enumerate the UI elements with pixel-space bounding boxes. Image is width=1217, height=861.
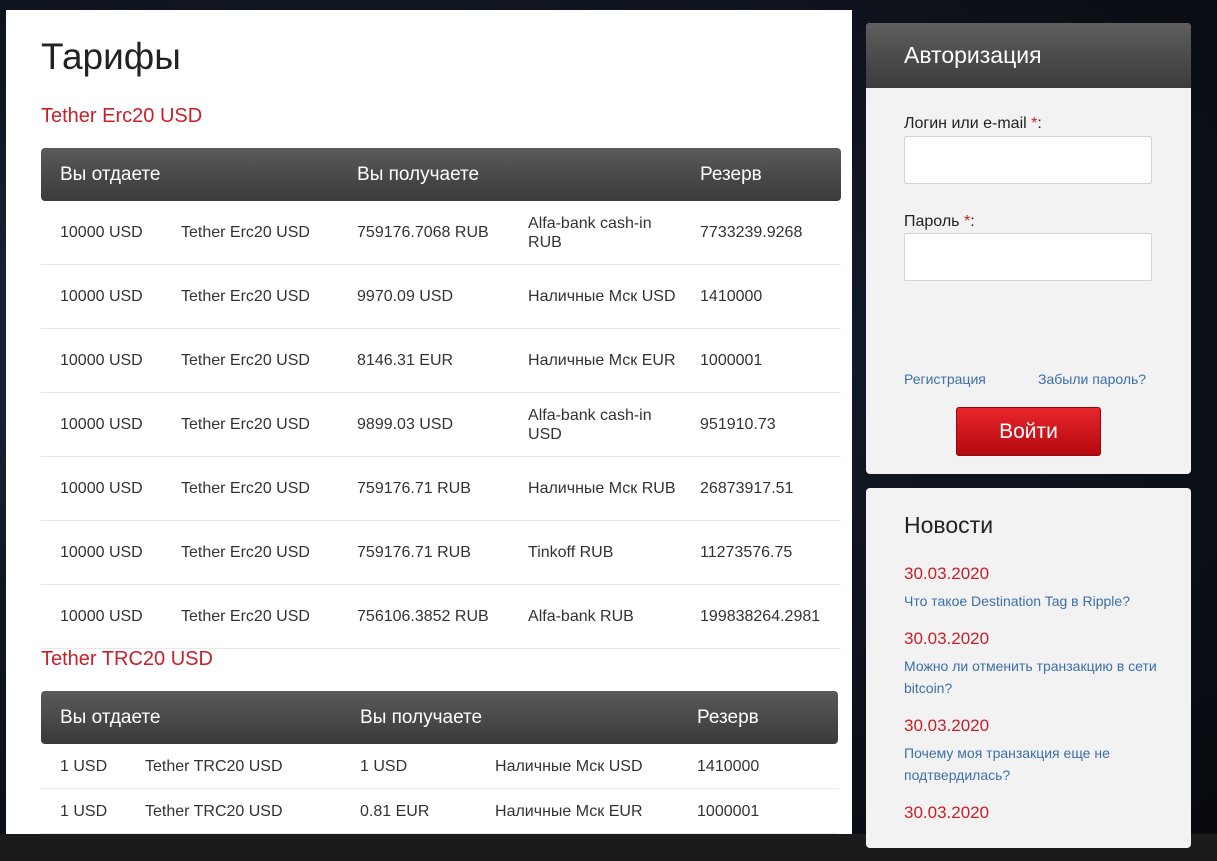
cell-give-amount: 10000 USD	[41, 392, 162, 457]
auth-panel: Авторизация Логин или e-mail *: Пароль *…	[866, 23, 1191, 474]
table-row: 10000 USD Tether Erc20 USD 759176.71 RUB Ti…	[41, 520, 842, 585]
table-row: 10000 USD Tether Erc20 USD 9899.03 USD Alfa…	[41, 392, 842, 457]
tariffs-panel: Тарифы Tether Erc20 USD Вы отдаете Вы по…	[6, 10, 852, 834]
table-header-row: Вы отдаете Вы получаете Резерв	[41, 148, 842, 201]
auth-title: Авторизация	[866, 23, 1191, 88]
table-row: 1 USD Tether TRC20 USD 1 USD Наличные Мск U…	[41, 744, 839, 789]
cell-give-amount: 10000 USD	[41, 584, 162, 649]
password-input[interactable]	[904, 233, 1152, 281]
news-link[interactable]: Почему моя транзакция еще не подтвердила…	[904, 742, 1164, 786]
cell-give-currency: Tether TRC20 USD	[126, 744, 342, 789]
cell-receive-currency: Наличные Мск RUB	[509, 456, 682, 521]
cell-reserve: 1000001	[681, 328, 842, 393]
news-list: 30.03.2020 Что такое Destination Tag в Ri…	[904, 564, 1164, 840]
cell-receive-currency: Alfa-bank cash-in RUB	[509, 201, 682, 265]
cell-reserve: 1410000	[678, 744, 839, 789]
cell-give-currency: Tether Erc20 USD	[162, 201, 339, 265]
cell-reserve: 11273576.75	[681, 520, 842, 585]
section-title-erc20: Tether Erc20 USD	[41, 105, 203, 127]
header-give: Вы отдаете	[41, 691, 342, 744]
cell-reserve: 7733239.9268	[681, 201, 842, 265]
header-reserve: Резерв	[681, 148, 842, 201]
cell-give-amount: 1 USD	[41, 788, 126, 834]
cell-receive-currency: Alfa-bank RUB	[509, 584, 682, 649]
cell-reserve: 1000001	[678, 788, 839, 834]
cell-receive-currency: Alfa-bank cash-in USD	[509, 392, 682, 457]
cell-give-currency: Tether Erc20 USD	[162, 264, 339, 329]
forgot-password-link[interactable]: Забыли пароль?	[1038, 371, 1146, 387]
table-row: 10000 USD Tether Erc20 USD 756106.3852 RUB…	[41, 584, 842, 649]
header-reserve: Резерв	[678, 691, 839, 744]
cell-give-currency: Tether Erc20 USD	[162, 328, 339, 393]
login-input[interactable]	[904, 136, 1152, 184]
cell-receive-amount: 756106.3852 RUB	[338, 584, 510, 649]
news-item: 30.03.2020 Можно ли отменить транзакцию в…	[904, 629, 1164, 699]
cell-give-currency: Tether Erc20 USD	[162, 584, 339, 649]
cell-receive-currency: Наличные Мск EUR	[509, 328, 682, 393]
cell-receive-amount: 8146.31 EUR	[338, 328, 510, 393]
cell-give-amount: 10000 USD	[41, 264, 162, 329]
section-title-trc20: Tether TRC20 USD	[41, 648, 213, 670]
cell-give-currency: Tether Erc20 USD	[162, 392, 339, 457]
cell-receive-amount: 9899.03 USD	[338, 392, 510, 457]
news-panel: Новости 30.03.2020 Что такое Destination …	[866, 488, 1191, 848]
table-header-row: Вы отдаете Вы получаете Резерв	[41, 691, 839, 744]
news-item: 30.03.2020 Что такое Destination Tag в Ri…	[904, 564, 1164, 612]
news-item: 30.03.2020 Почему моя транзакция еще не п…	[904, 716, 1164, 786]
table-row: 10000 USD Tether Erc20 USD 8146.31 EUR Нали…	[41, 328, 842, 393]
cell-receive-amount: 9970.09 USD	[338, 264, 510, 329]
login-button[interactable]: Войти	[956, 407, 1101, 456]
page-title: Тарифы	[41, 36, 181, 77]
header-receive: Вы получаете	[338, 148, 682, 201]
login-label: Логин или e-mail *:	[904, 115, 1042, 132]
cell-give-currency: Tether Erc20 USD	[162, 456, 339, 521]
cell-reserve: 1410000	[681, 264, 842, 329]
cell-receive-amount: 759176.71 RUB	[338, 520, 510, 585]
cell-receive-amount: 1 USD	[341, 744, 477, 789]
table-row: 10000 USD Tether Erc20 USD 9970.09 USD Нали…	[41, 264, 842, 329]
table-row: 10000 USD Tether Erc20 USD 759176.7068 RUB…	[41, 201, 842, 265]
cell-give-currency: Tether Erc20 USD	[162, 520, 339, 585]
cell-reserve: 199838264.2981	[681, 584, 842, 649]
news-item: 30.03.2020	[904, 803, 1164, 823]
news-date: 30.03.2020	[904, 803, 990, 822]
cell-receive-amount: 759176.71 RUB	[338, 456, 510, 521]
header-give: Вы отдаете	[41, 148, 339, 201]
news-date: 30.03.2020	[904, 629, 990, 648]
cell-receive-currency: Наличные Мск USD	[476, 744, 679, 789]
cell-receive-currency: Tinkoff RUB	[509, 520, 682, 585]
cell-give-amount: 10000 USD	[41, 328, 162, 393]
cell-give-amount: 10000 USD	[41, 520, 162, 585]
cell-give-currency: Tether TRC20 USD	[126, 788, 342, 834]
cell-give-amount: 10000 USD	[41, 456, 162, 521]
cell-receive-amount: 0.81 EUR	[341, 788, 477, 834]
cell-reserve: 26873917.51	[681, 456, 842, 521]
news-date: 30.03.2020	[904, 564, 990, 583]
cell-reserve: 951910.73	[681, 392, 842, 457]
news-title: Новости	[904, 512, 994, 538]
header-receive: Вы получаете	[341, 691, 679, 744]
register-link[interactable]: Регистрация	[904, 371, 986, 387]
cell-receive-currency: Наличные Мск USD	[509, 264, 682, 329]
news-link[interactable]: Что такое Destination Tag в Ripple?	[904, 590, 1164, 612]
news-link[interactable]: Можно ли отменить транзакцию в сети bitc…	[904, 655, 1164, 699]
cell-receive-currency: Наличные Мск EUR	[476, 788, 679, 834]
rates-table-erc20: Вы отдаете Вы получаете Резерв 10000 USD…	[41, 148, 842, 649]
table-row: 1 USD Tether TRC20 USD 0.81 EUR Наличные Мс…	[41, 788, 839, 834]
cell-give-amount: 10000 USD	[41, 201, 162, 265]
table-row: 10000 USD Tether Erc20 USD 759176.71 RUB На…	[41, 456, 842, 521]
cell-receive-amount: 759176.7068 RUB	[338, 201, 510, 265]
news-date: 30.03.2020	[904, 716, 990, 735]
rates-table-trc20: Вы отдаете Вы получаете Резерв 1 USD Teth…	[41, 691, 839, 834]
password-label: Пароль *:	[904, 213, 975, 230]
cell-give-amount: 1 USD	[41, 744, 126, 789]
